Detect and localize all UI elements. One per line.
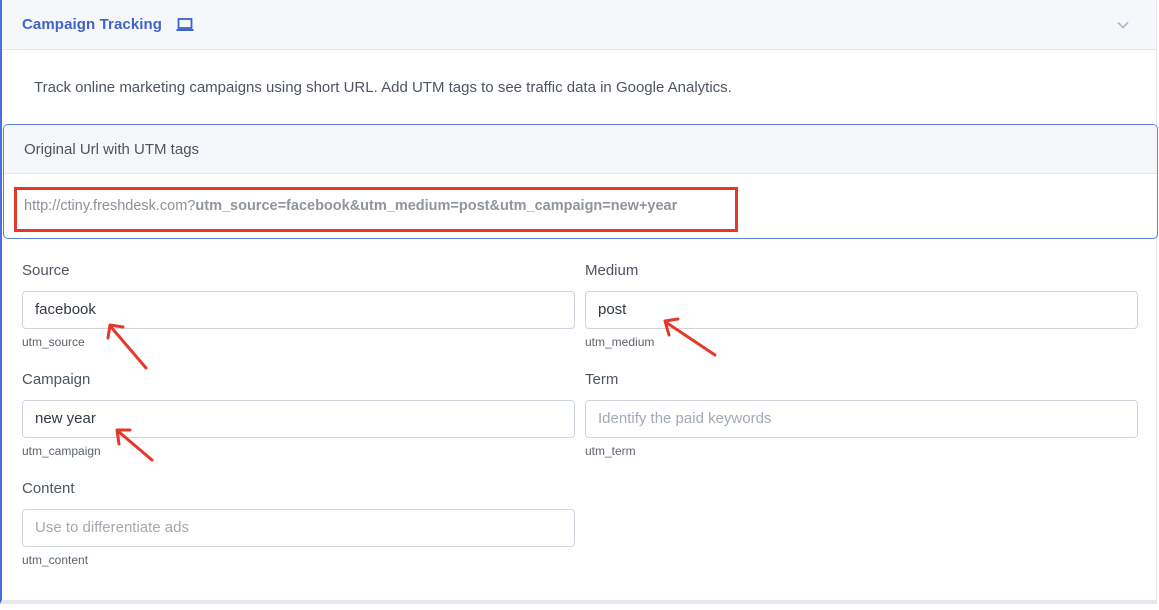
source-input[interactable]: facebook xyxy=(22,291,575,329)
content-input[interactable]: Use to differentiate ads xyxy=(22,509,575,547)
campaign-hint: utm_campaign xyxy=(22,444,101,458)
term-label: Term xyxy=(585,371,619,388)
content-label: Content xyxy=(22,480,75,497)
panel-header[interactable]: Campaign Tracking xyxy=(2,0,1156,50)
term-hint: utm_term xyxy=(585,444,636,458)
campaign-label: Campaign xyxy=(22,371,91,388)
source-label: Source xyxy=(22,262,70,279)
campaign-input-value: new year xyxy=(35,410,96,427)
chevron-down-icon[interactable] xyxy=(1116,18,1130,32)
source-hint: utm_source xyxy=(22,335,85,349)
campaign-tracking-panel: Campaign Tracking Track online marketing… xyxy=(0,0,1158,604)
panel-title: Campaign Tracking xyxy=(22,16,163,33)
term-input[interactable]: Identify the paid keywords xyxy=(585,400,1138,438)
url-box-header: Original Url with UTM tags xyxy=(4,125,1157,174)
original-url-box: Original Url with UTM tags http://ctiny.… xyxy=(3,124,1158,239)
medium-label: Medium xyxy=(585,262,639,279)
campaign-input[interactable]: new year xyxy=(22,400,575,438)
panel-description: Track online marketing campaigns using s… xyxy=(34,79,732,96)
medium-input[interactable]: post xyxy=(585,291,1138,329)
medium-input-value: post xyxy=(598,301,627,318)
term-input-placeholder: Identify the paid keywords xyxy=(598,410,772,427)
content-input-placeholder: Use to differentiate ads xyxy=(35,519,189,536)
source-input-value: facebook xyxy=(35,301,96,318)
laptop-icon xyxy=(176,17,194,33)
medium-hint: utm_medium xyxy=(585,335,655,349)
url-highlight-annotation xyxy=(14,187,738,232)
content-hint: utm_content xyxy=(22,553,89,567)
url-box-title: Original Url with UTM tags xyxy=(24,141,200,158)
